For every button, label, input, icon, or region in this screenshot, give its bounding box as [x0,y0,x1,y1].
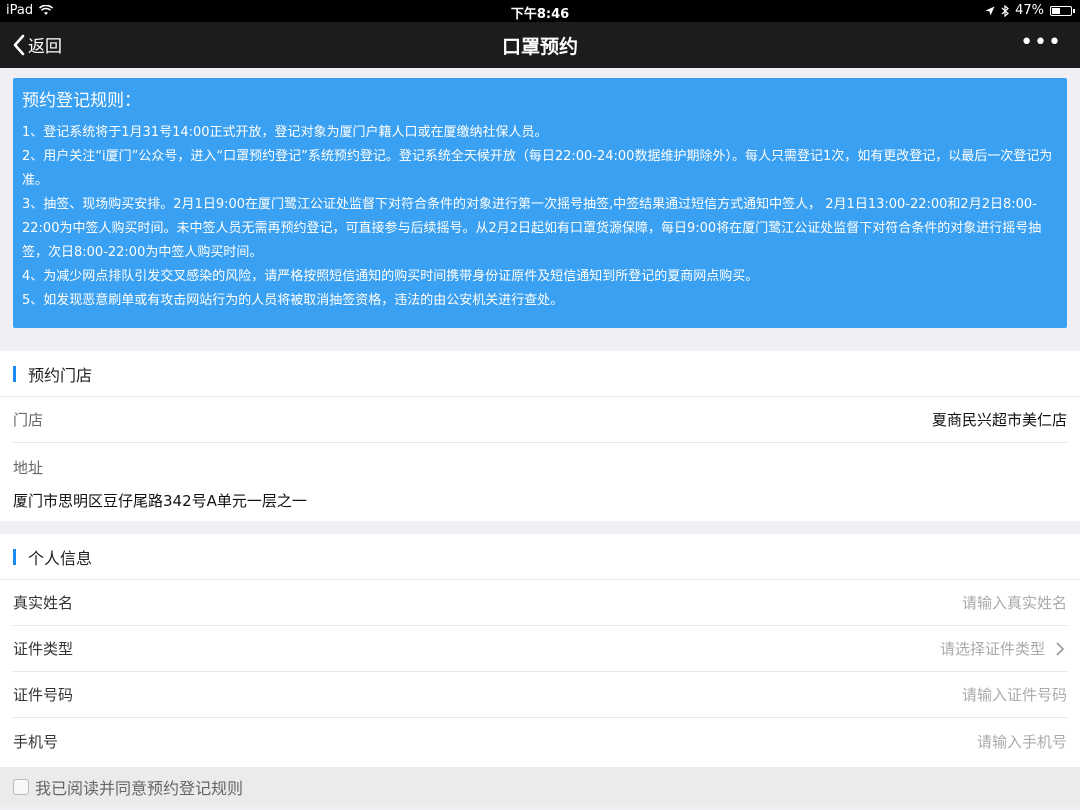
battery-icon [1050,5,1075,16]
store-section-header: 预约门店 [0,351,1080,397]
more-options-button[interactable]: ••• [1020,30,1062,55]
rule-item-4: 4、为减少网点排队引发交叉感染的风险，请严格按照短信通知的购买时间携带身份证原件… [22,269,759,284]
phone-row[interactable]: 手机号 请输入手机号 [13,718,1067,764]
personal-section-header: 个人信息 [0,534,1080,580]
rule-item-2: 2、用户关注“i厦门”公众号，进入“口罩预约登记”系统预约登记。登记系统全天候开… [22,149,1053,188]
rules-title: 预约登记规则： [22,91,141,111]
page-title: 口罩预约 [501,36,578,58]
store-row: 门店 夏商民兴超市美仁店 [13,397,1067,443]
personal-section-title: 个人信息 [28,548,93,568]
location-arrow-icon [985,6,995,15]
section-accent-bar [13,365,16,382]
phone-input[interactable]: 请输入手机号 [977,731,1067,752]
rules-panel: 预约登记规则： 1、登记系统将于1月31号14:00正式开放，登记对象为厦门户籍… [13,78,1067,328]
address-row: 地址 厦门市思明区豆仔尾路342号A单元一层之一 [13,443,1067,521]
status-right: 47% [985,3,1075,18]
nav-bar: 返回 口罩预约 ••• [0,22,1080,68]
agreement-label: 我已阅读并同意预约登记规则 [35,779,244,798]
id-type-placeholder: 请选择证件类型 [939,640,1045,658]
id-type-row[interactable]: 证件类型 请选择证件类型 [13,626,1067,672]
address-label: 地址 [13,459,44,477]
name-input[interactable]: 请输入真实姓名 [962,592,1067,613]
id-number-label: 证件号码 [13,686,74,704]
chevron-right-icon [1056,641,1065,656]
name-row[interactable]: 真实姓名 请输入真实姓名 [13,580,1067,626]
bluetooth-icon [1001,4,1010,17]
section-accent-bar [13,548,16,565]
status-time: 下午8:46 [510,7,570,22]
phone-label: 手机号 [13,732,59,751]
status-bar: iPad 下午8:46 47% [0,0,1080,22]
agreement-row[interactable]: 我已阅读并同意预约登记规则 [0,767,1080,807]
id-number-row[interactable]: 证件号码 请输入证件号码 [13,672,1067,718]
name-label: 真实姓名 [13,594,74,612]
id-type-label: 证件类型 [13,640,74,658]
address-value: 厦门市思明区豆仔尾路342号A单元一层之一 [13,492,307,510]
store-section: 预约门店 门店 夏商民兴超市美仁店 地址 厦门市思明区豆仔尾路342号A单元一层… [0,351,1080,521]
id-number-input[interactable]: 请输入证件号码 [962,684,1067,705]
rule-item-1: 1、登记系统将于1月31号14:00正式开放，登记对象为厦门户籍人口或在厦缴纳社… [22,125,548,140]
battery-percent: 47% [1015,3,1044,18]
store-section-title: 预约门店 [28,365,93,385]
store-label: 门店 [13,411,44,429]
personal-section: 个人信息 真实姓名 请输入真实姓名 证件类型 请选择证件类型 证件号码 请输入证… [0,534,1080,767]
agreement-checkbox[interactable] [13,779,29,795]
rule-item-5: 5、如发现恶意刷单或有攻击网站行为的人员将被取消抽签资格，违法的由公安机关进行查… [22,293,564,308]
store-value: 夏商民兴超市美仁店 [931,411,1067,429]
rule-item-3: 3、抽签、现场购买安排。2月1日9:00在厦门鹭江公证处监督下对符合条件的对象进… [22,197,1042,260]
id-type-select[interactable]: 请选择证件类型 [940,638,1067,659]
battery-fill [1052,7,1061,14]
